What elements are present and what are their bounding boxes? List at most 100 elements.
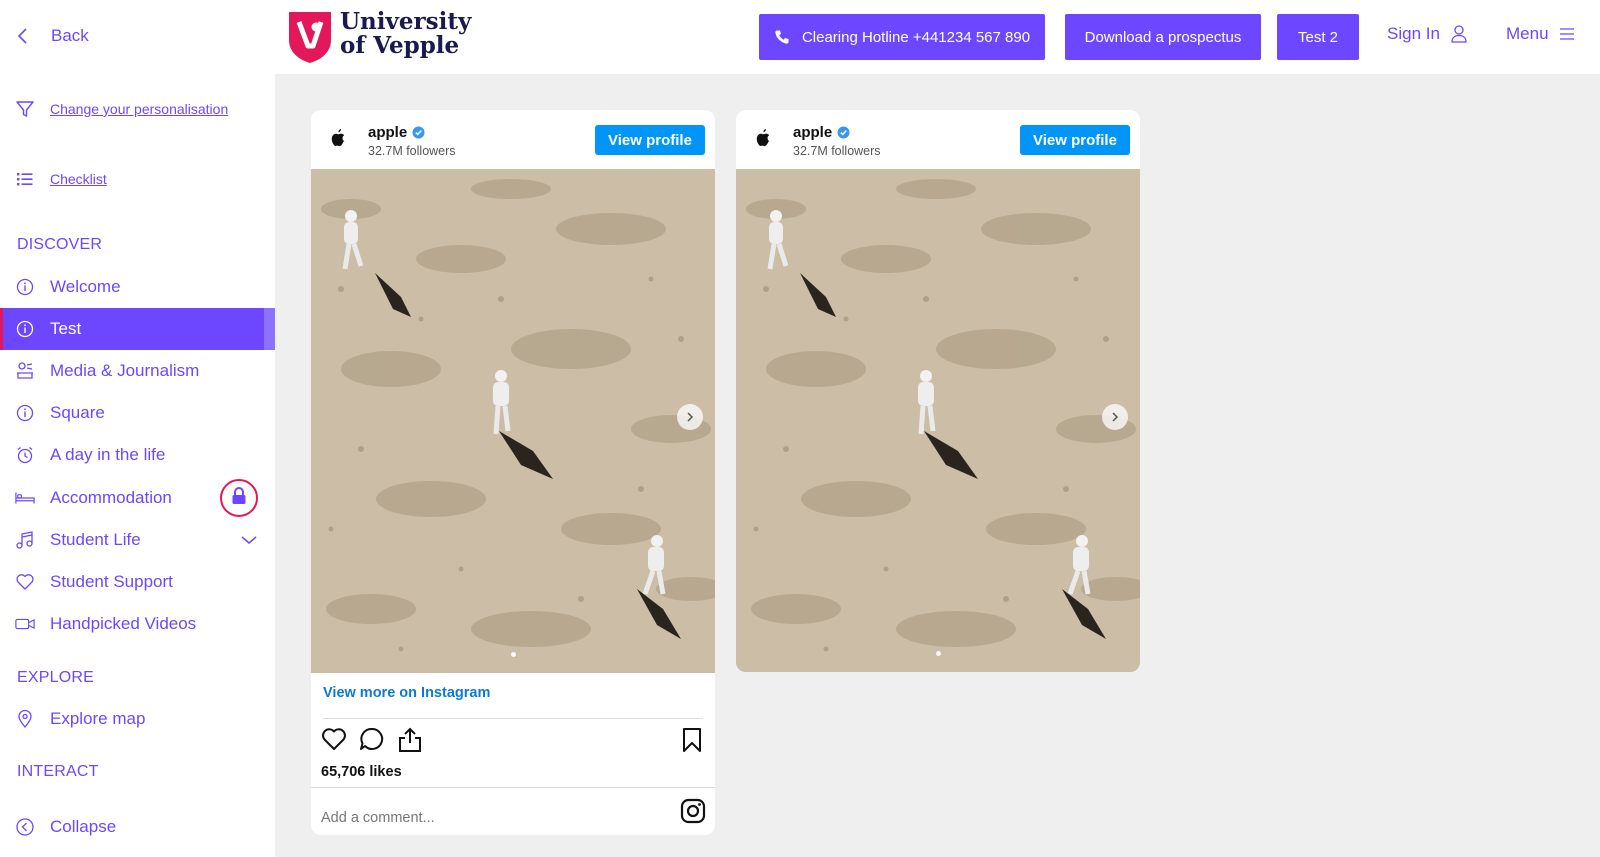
info-icon	[15, 403, 35, 423]
sidebar-item-label: Test	[50, 319, 82, 338]
download-prospectus-button[interactable]: Download a prospectus	[1065, 14, 1261, 60]
divider	[323, 718, 703, 719]
shield-logo-icon	[287, 10, 333, 69]
logo-line-2: of Vepple	[340, 32, 460, 59]
chevron-left-icon	[16, 26, 30, 51]
change-personalisation-link[interactable]: Change your personalisation	[0, 88, 275, 130]
sidebar-item-label: Student Life	[50, 530, 141, 549]
sidebar-item-media-journalism[interactable]: Media & Journalism	[0, 350, 275, 392]
carousel-dot-indicator	[511, 652, 516, 657]
checklist-label: Checklist	[50, 171, 107, 187]
comment-bubble-icon[interactable]	[359, 727, 385, 756]
heart-icon	[15, 572, 35, 592]
post-username[interactable]: apple	[368, 124, 425, 141]
sidebar-item-handpicked-videos[interactable]: Handpicked Videos	[0, 603, 275, 645]
info-icon	[15, 319, 35, 339]
alarm-clock-icon	[15, 445, 35, 465]
sidebar-item-label: Square	[50, 403, 105, 422]
music-note-icon	[15, 530, 35, 550]
baseball-field-photo	[736, 169, 1140, 672]
sidebar-item-label: Handpicked Videos	[50, 614, 197, 633]
bookmark-icon[interactable]	[681, 727, 703, 758]
apple-logo-icon[interactable]	[330, 128, 346, 152]
sidebar-item-student-support[interactable]: Student Support	[0, 561, 275, 603]
active-scroll-edge	[264, 308, 275, 350]
test-2-label: Test 2	[1297, 28, 1339, 46]
list-icon	[15, 169, 35, 189]
checklist-link[interactable]: Checklist	[0, 158, 275, 200]
info-icon	[15, 277, 35, 297]
username-text: apple	[793, 124, 833, 141]
menu-button[interactable]: Menu	[1506, 24, 1575, 44]
like-heart-icon[interactable]	[321, 727, 347, 756]
chevron-left-circle-icon	[15, 817, 35, 837]
username-text: apple	[368, 124, 408, 141]
sidebar-item-label: Accommodation	[50, 488, 172, 507]
instagram-logo-icon[interactable]	[680, 798, 706, 829]
post-header: apple 32.7M followers View profile	[736, 110, 1140, 169]
share-icon[interactable]	[397, 727, 423, 758]
section-heading-explore: EXPLORE	[17, 669, 94, 686]
chevron-down-icon[interactable]	[240, 533, 258, 551]
active-indicator	[0, 308, 3, 350]
back-link[interactable]: Back	[0, 18, 200, 54]
logo-wordmark: University of Vepple	[340, 10, 471, 58]
post-username[interactable]: apple	[793, 124, 850, 141]
phone-icon	[774, 29, 790, 45]
section-heading-interact: INTERACT	[17, 763, 99, 780]
clearing-hotline-button[interactable]: Clearing Hotline +441234 567 890	[759, 14, 1045, 60]
sidebar-item-student-life[interactable]: Student Life	[0, 519, 275, 561]
sign-in-label: Sign In	[1387, 24, 1440, 43]
press-icon	[15, 361, 35, 381]
sidebar-item-label: Welcome	[50, 277, 121, 296]
view-profile-button[interactable]: View profile	[595, 125, 705, 155]
apple-logo-icon[interactable]	[755, 128, 771, 152]
carousel-next-button[interactable]	[1102, 404, 1128, 430]
view-profile-button[interactable]: View profile	[1020, 125, 1130, 155]
sidebar: Back Change your personalisation Checkli…	[0, 0, 275, 857]
university-logo[interactable]: University of Vepple	[287, 10, 473, 64]
chevron-right-icon	[1110, 411, 1120, 423]
lock-icon	[230, 486, 248, 511]
instagram-post-card: apple 32.7M followers View profile	[311, 110, 715, 835]
test-2-button[interactable]: Test 2	[1277, 14, 1359, 60]
menu-label: Menu	[1506, 24, 1549, 43]
sidebar-item-label: Student Support	[50, 572, 173, 591]
carousel-next-button[interactable]	[677, 404, 703, 430]
post-photo-carousel[interactable]	[311, 169, 715, 673]
locked-badge[interactable]	[220, 479, 258, 517]
top-header: University of Vepple Clearing Hotline +4…	[275, 0, 1600, 74]
hamburger-icon	[1559, 27, 1575, 41]
video-camera-icon	[15, 614, 35, 634]
carousel-dot-indicator	[936, 651, 941, 656]
section-heading-discover: DISCOVER	[17, 236, 103, 253]
sign-in-link[interactable]: Sign In	[1387, 24, 1468, 44]
post-photo-carousel[interactable]	[736, 169, 1140, 672]
sidebar-item-day-in-the-life[interactable]: A day in the life	[0, 434, 275, 476]
collapse-label: Collapse	[50, 817, 117, 836]
view-more-on-instagram-link[interactable]: View more on Instagram	[323, 685, 490, 701]
sidebar-item-label: Explore map	[50, 709, 146, 728]
verified-badge-icon	[837, 126, 850, 139]
sidebar-item-label: A day in the life	[50, 445, 166, 464]
add-comment-input[interactable]	[321, 804, 661, 832]
sidebar-item-welcome[interactable]: Welcome	[0, 266, 275, 308]
collapse-button[interactable]: Collapse	[0, 806, 275, 848]
sidebar-item-label: Media & Journalism	[50, 361, 200, 380]
change-personalisation-label: Change your personalisation	[50, 101, 229, 117]
chevron-right-icon	[685, 411, 695, 423]
followers-count: 32.7M followers	[793, 144, 881, 158]
filter-icon	[15, 99, 35, 119]
bed-icon	[15, 488, 35, 508]
map-pin-icon	[15, 709, 35, 729]
divider	[311, 787, 715, 788]
download-prospectus-label: Download a prospectus	[1084, 28, 1242, 46]
user-icon	[1450, 24, 1468, 44]
sidebar-item-test[interactable]: Test	[0, 308, 275, 350]
back-label: Back	[51, 26, 89, 45]
instagram-post-card: apple 32.7M followers View profile	[736, 110, 1140, 672]
baseball-field-photo	[311, 169, 715, 673]
sidebar-item-square[interactable]: Square	[0, 392, 275, 434]
logo-line-1: University	[340, 8, 472, 35]
sidebar-item-explore-map[interactable]: Explore map	[0, 698, 275, 740]
